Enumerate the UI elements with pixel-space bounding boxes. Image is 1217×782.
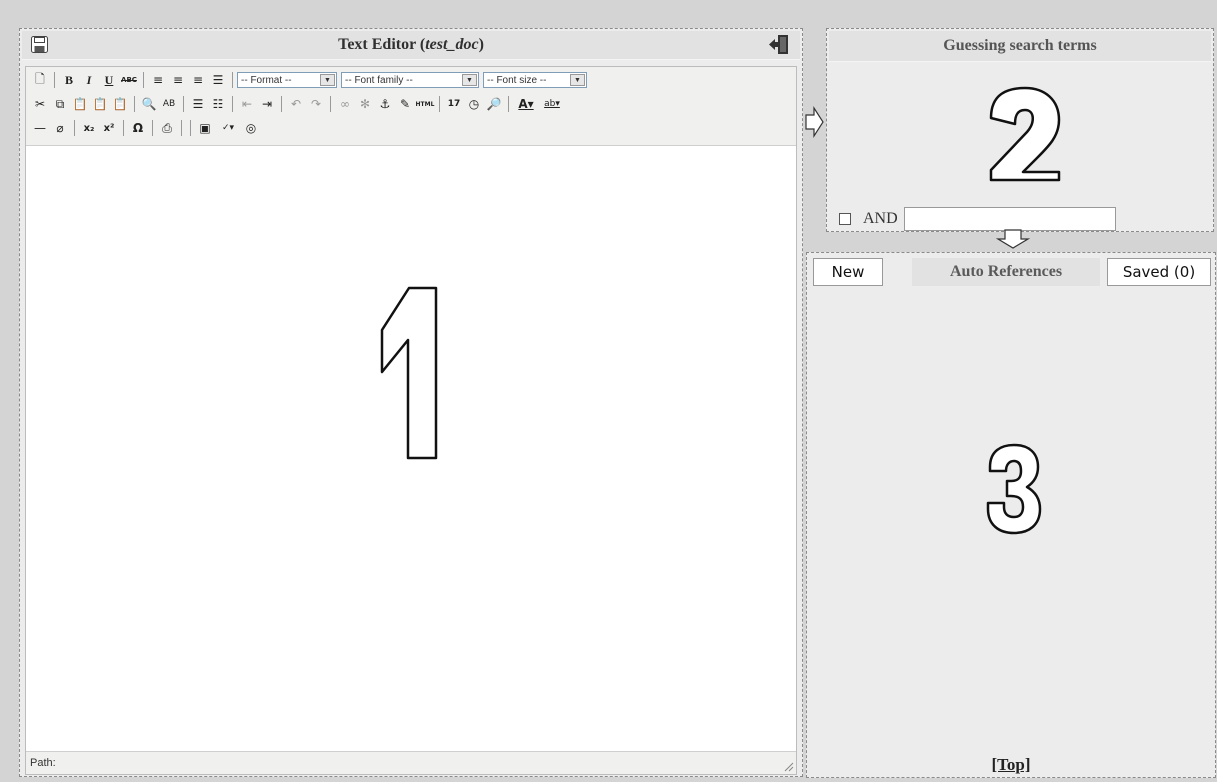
editor-statusbar: Path: — [26, 751, 796, 774]
auto-references-title: Auto References — [912, 258, 1100, 286]
justify-icon[interactable]: ☰ — [208, 70, 228, 90]
bullet-list-icon[interactable]: ☰ — [188, 94, 208, 114]
panel-number-1 — [380, 286, 438, 460]
superscript-icon[interactable]: x² — [99, 118, 119, 138]
underline-icon[interactable]: U — [99, 70, 119, 90]
document-name: test_doc — [425, 36, 479, 53]
and-label: AND — [863, 210, 898, 227]
strikethrough-icon[interactable]: ABC — [119, 70, 139, 90]
format-select[interactable]: -- Format -- ▼ — [237, 72, 337, 88]
toolbar-row-1: 🗋 B I U ABC ≡ ≡ ≡ ☰ -- Format -- ▼ -- Fon… — [30, 70, 591, 90]
align-center-icon[interactable]: ≡ — [168, 70, 188, 90]
arrow-down-icon — [996, 229, 1030, 249]
path-label: Path: — [30, 757, 56, 769]
unlink-icon[interactable]: ✻ — [355, 94, 375, 114]
fullscreen-icon[interactable]: ▣ — [195, 118, 215, 138]
italic-icon[interactable]: I — [79, 70, 99, 90]
cut-icon[interactable]: ✂ — [30, 94, 50, 114]
tab-saved[interactable]: Saved (0) — [1107, 258, 1211, 286]
print-icon[interactable]: ⎙ — [157, 118, 177, 138]
font-family-select[interactable]: -- Font family -- ▼ — [341, 72, 479, 88]
guess-title: Guessing search terms — [943, 37, 1097, 54]
chevron-down-icon: ▼ — [462, 74, 477, 86]
chevron-down-icon: ▼ — [320, 74, 335, 86]
subscript-icon[interactable]: x₂ — [79, 118, 99, 138]
exit-icon[interactable] — [768, 34, 790, 55]
font-size-select[interactable]: -- Font size -- ▼ — [483, 72, 587, 88]
paste-text-icon[interactable]: 📋 — [90, 94, 110, 114]
text-editor-panel: Text Editor (test_doc) 🗋 B I U ABC ≡ ≡ ≡… — [19, 28, 803, 777]
guess-titlebar: Guessing search terms — [829, 31, 1211, 62]
indent-icon[interactable]: ⇥ — [257, 94, 277, 114]
redo-icon[interactable]: ↷ — [306, 94, 326, 114]
horizontal-rule-icon[interactable]: — — [30, 118, 50, 138]
editor-toolbar: 🗋 B I U ABC ≡ ≡ ≡ ☰ -- Format -- ▼ -- Fon… — [26, 67, 796, 146]
panel-number-2 — [989, 86, 1061, 182]
find-icon[interactable]: 🔍 — [139, 94, 159, 114]
auto-references-panel: New Auto References Saved (0) [Top] — [806, 252, 1216, 778]
insert-time-icon[interactable]: ◷ — [464, 94, 484, 114]
align-left-icon[interactable]: ≡ — [148, 70, 168, 90]
and-search-input[interactable] — [903, 207, 1116, 231]
editor-titlebar: Text Editor (test_doc) — [22, 31, 800, 60]
link-icon[interactable]: ∞ — [335, 94, 355, 114]
toolbar-row-2: ✂ ⧉ 📋 📋 📋 🔍 AB ☰ ☷ ⇤ ⇥ ↶ ↷ ∞ ✻ ⚓ ✎ HTML … — [30, 94, 565, 114]
remove-format-icon[interactable]: ⌀ — [50, 118, 70, 138]
chevron-down-icon: ▼ — [570, 74, 585, 86]
outdent-icon[interactable]: ⇤ — [237, 94, 257, 114]
preview-icon[interactable]: 🔎 — [484, 94, 504, 114]
help-icon[interactable]: ◎ — [241, 118, 261, 138]
guessing-search-terms-panel: Guessing search terms AND — [826, 28, 1214, 232]
highlight-color-icon[interactable]: ab▾ — [539, 94, 565, 114]
refs-tabbar: New Auto References Saved (0) — [810, 258, 1212, 286]
align-right-icon[interactable]: ≡ — [188, 70, 208, 90]
new-document-icon[interactable]: 🗋 — [30, 70, 50, 90]
undo-icon[interactable]: ↶ — [286, 94, 306, 114]
top-link[interactable]: [Top] — [807, 755, 1215, 775]
html-icon[interactable]: HTML — [415, 94, 435, 114]
cleanup-icon[interactable]: ✎ — [395, 94, 415, 114]
special-char-icon[interactable]: Ω — [128, 118, 148, 138]
and-row: AND — [839, 207, 1116, 231]
replace-icon[interactable]: AB — [159, 94, 179, 114]
panel-number-3 — [986, 443, 1042, 535]
bold-icon[interactable]: B — [59, 70, 79, 90]
text-color-icon[interactable]: A▾ — [513, 94, 539, 114]
anchor-icon[interactable]: ⚓ — [375, 94, 395, 114]
toolbar-row-3: — ⌀ x₂ x² Ω ⎙ ▣ ✓▾ ◎ — [30, 118, 261, 138]
arrow-right-icon — [805, 106, 824, 138]
paste-word-icon[interactable]: 📋 — [110, 94, 130, 114]
spellcheck-icon[interactable]: ✓▾ — [215, 118, 241, 138]
tab-new[interactable]: New — [813, 258, 883, 286]
copy-icon[interactable]: ⧉ — [50, 94, 70, 114]
resize-grip-icon[interactable] — [782, 760, 794, 772]
numbered-list-icon[interactable]: ☷ — [208, 94, 228, 114]
editor-frame: 🗋 B I U ABC ≡ ≡ ≡ ☰ -- Format -- ▼ -- Fon… — [25, 66, 797, 775]
editor-title: Text Editor (test_doc) — [338, 36, 484, 53]
insert-date-icon[interactable]: 17 — [444, 94, 464, 114]
and-checkbox[interactable] — [839, 213, 851, 225]
paste-icon[interactable]: 📋 — [70, 94, 90, 114]
editor-content-area[interactable] — [26, 146, 796, 752]
